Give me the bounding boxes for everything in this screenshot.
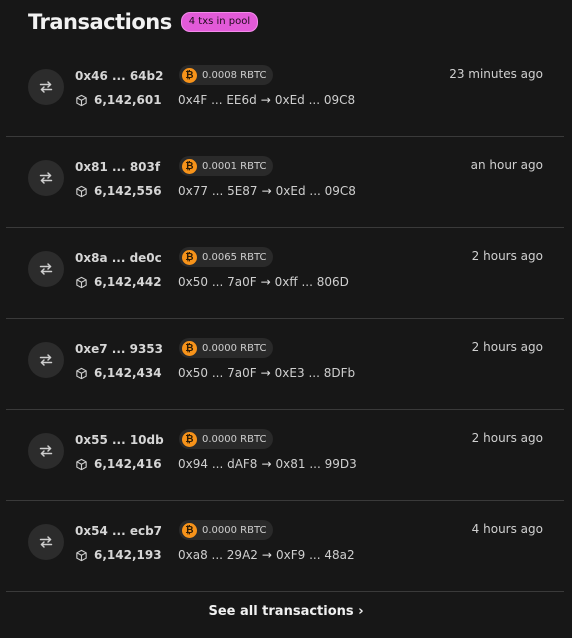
transaction-row[interactable]: 0x81 ... 803f 6,142,556 ₿ 0.0001 RBTC 0x77 .… [6,137,564,228]
to-address-link[interactable]: 0xEd ... 09C8 [276,184,356,198]
block-number: 6,142,601 [75,93,162,107]
from-address-link[interactable]: 0x50 ... 7a0F [178,366,257,380]
arrow-right-icon: → [261,184,272,198]
arrows-swap-icon [28,160,64,196]
block-number-link[interactable]: 6,142,193 [94,548,162,562]
see-all-footer: See all transactions › [0,604,572,619]
tx-route: 0x94 ... dAF8 → 0x81 ... 99D3 [178,457,357,471]
cube-icon [75,185,88,198]
from-address-link[interactable]: 0x77 ... 5E87 [178,184,258,198]
block-number-link[interactable]: 6,142,601 [94,93,162,107]
tx-route: 0x50 ... 7a0F → 0xff ... 806D [178,275,349,289]
tx-timestamp: 2 hours ago [471,431,543,445]
tx-hash-link[interactable]: 0x8a ... de0c [75,251,162,265]
block-number-link[interactable]: 6,142,556 [94,184,162,198]
tx-route: 0x77 ... 5E87 → 0xEd ... 09C8 [178,184,356,198]
block-number: 6,142,434 [75,366,162,380]
pool-count-badge[interactable]: 4 txs in pool [180,12,259,32]
cube-icon [75,94,88,107]
from-address-link[interactable]: 0x4F ... EE6d [178,93,257,107]
block-number-link[interactable]: 6,142,442 [94,275,162,289]
transaction-row[interactable]: 0xe7 ... 9353 6,142,434 ₿ 0.0000 RBTC 0x50 .… [6,319,564,410]
block-number: 6,142,193 [75,548,162,562]
cube-icon [75,458,88,471]
amount-value: 0.0008 RBTC [202,69,267,81]
to-address-link[interactable]: 0xff ... 806D [275,275,349,289]
amount-badge: ₿ 0.0008 RBTC [179,65,274,85]
amount-badge: ₿ 0.0065 RBTC [179,247,274,267]
see-all-transactions-link[interactable]: See all transactions › [208,604,363,619]
tx-hash-link[interactable]: 0x46 ... 64b2 [75,69,163,83]
amount-value: 0.0000 RBTC [202,524,267,536]
amount-value: 0.0000 RBTC [202,433,267,445]
cube-icon [75,549,88,562]
transaction-row[interactable]: 0x46 ... 64b2 6,142,601 ₿ 0.0008 RBTC 0x4F .… [6,46,564,137]
tx-route: 0x4F ... EE6d → 0xEd ... 09C8 [178,93,355,107]
arrows-swap-icon [28,342,64,378]
tx-route: 0x50 ... 7a0F → 0xE3 ... 8DFb [178,366,355,380]
bitcoin-icon: ₿ [182,249,197,265]
to-address-link[interactable]: 0xEd ... 09C8 [275,93,355,107]
chevron-right-icon: › [358,604,364,619]
bitcoin-icon: ₿ [182,522,197,538]
from-address-link[interactable]: 0x94 ... dAF8 [178,457,257,471]
to-address-link[interactable]: 0x81 ... 99D3 [276,457,357,471]
arrow-right-icon: → [260,93,271,107]
amount-value: 0.0001 RBTC [202,160,267,172]
tx-timestamp: 4 hours ago [471,522,543,536]
bitcoin-icon: ₿ [182,67,197,83]
amount-value: 0.0000 RBTC [202,342,267,354]
block-number: 6,142,442 [75,275,162,289]
amount-badge: ₿ 0.0000 RBTC [179,429,274,449]
tx-timestamp: 2 hours ago [471,249,543,263]
to-address-link[interactable]: 0xF9 ... 48a2 [276,548,355,562]
transactions-header: Transactions 4 txs in pool [28,10,259,34]
tx-hash-link[interactable]: 0xe7 ... 9353 [75,342,163,356]
block-number-link[interactable]: 6,142,416 [94,457,162,471]
amount-value: 0.0065 RBTC [202,251,267,263]
tx-route: 0xa8 ... 29A2 → 0xF9 ... 48a2 [178,548,355,562]
arrows-swap-icon [28,524,64,560]
block-number-link[interactable]: 6,142,434 [94,366,162,380]
amount-badge: ₿ 0.0000 RBTC [179,338,274,358]
tx-hash-link[interactable]: 0x81 ... 803f [75,160,160,174]
arrow-right-icon: → [261,457,272,471]
amount-badge: ₿ 0.0000 RBTC [179,520,274,540]
tx-timestamp: 23 minutes ago [449,67,543,81]
from-address-link[interactable]: 0x50 ... 7a0F [178,275,257,289]
tx-hash-link[interactable]: 0x55 ... 10db [75,433,164,447]
from-address-link[interactable]: 0xa8 ... 29A2 [178,548,258,562]
block-number: 6,142,556 [75,184,162,198]
tx-timestamp: an hour ago [470,158,543,172]
arrows-swap-icon [28,69,64,105]
arrows-swap-icon [28,251,64,287]
tx-timestamp: 2 hours ago [471,340,543,354]
cube-icon [75,367,88,380]
tx-hash-link[interactable]: 0x54 ... ecb7 [75,524,162,538]
see-all-label: See all transactions [208,604,354,619]
page-title: Transactions [28,10,172,34]
transactions-list: 0x46 ... 64b2 6,142,601 ₿ 0.0008 RBTC 0x4F .… [6,46,564,592]
arrow-right-icon: → [260,366,271,380]
bitcoin-icon: ₿ [182,158,197,174]
transaction-row[interactable]: 0x8a ... de0c 6,142,442 ₿ 0.0065 RBTC 0x50 .… [6,228,564,319]
to-address-link[interactable]: 0xE3 ... 8DFb [275,366,355,380]
amount-badge: ₿ 0.0001 RBTC [179,156,274,176]
arrow-right-icon: → [261,548,272,562]
bitcoin-icon: ₿ [182,431,197,447]
transaction-row[interactable]: 0x55 ... 10db 6,142,416 ₿ 0.0000 RBTC 0x94 .… [6,410,564,501]
block-number: 6,142,416 [75,457,162,471]
arrow-right-icon: → [260,275,271,289]
bitcoin-icon: ₿ [182,340,197,356]
transaction-row[interactable]: 0x54 ... ecb7 6,142,193 ₿ 0.0000 RBTC 0xa8 .… [6,501,564,592]
arrows-swap-icon [28,433,64,469]
cube-icon [75,276,88,289]
